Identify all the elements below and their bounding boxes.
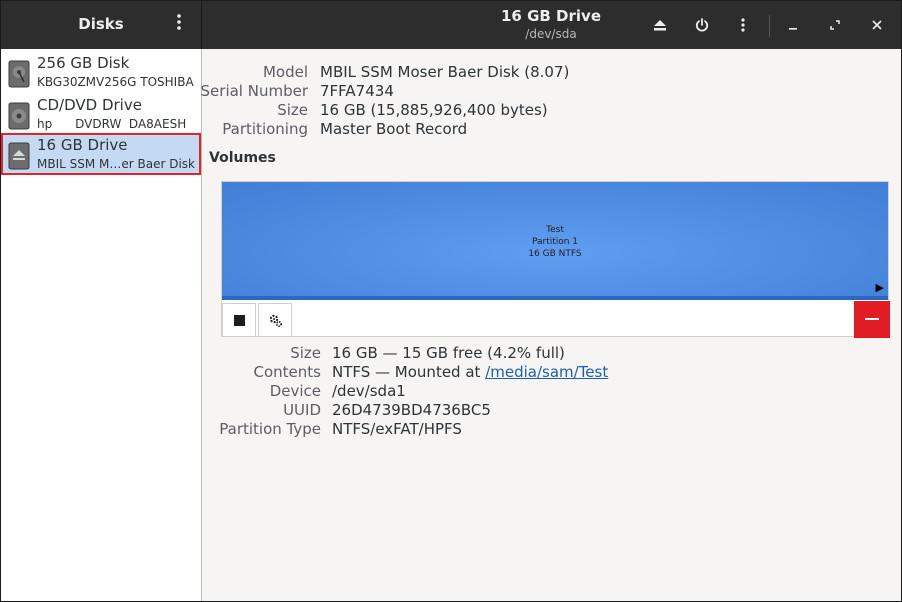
- contents-text: NTFS — Mounted at: [332, 363, 486, 381]
- partition-number: Partition 1: [531, 237, 579, 247]
- partition-info: Size 16 GB — 15 GB free (4.2% full) Cont…: [202, 344, 901, 444]
- disk-name: CD/DVD Drive: [37, 96, 142, 114]
- optical-drive-icon: [8, 102, 30, 130]
- maximize-icon: [830, 20, 840, 30]
- drive-info: Model MBIL SSM Moser Baer Disk (8.07) Se…: [200, 63, 901, 143]
- uuid-label: UUID: [283, 401, 321, 419]
- disk-list: 256 GB Disk KBG30ZMV256G TOSHIBA CD/DVD …: [1, 49, 202, 601]
- partition-size-value: 16 GB — 15 GB free (4.2% full): [332, 344, 565, 362]
- partition-type-value: NTFS/exFAT/HPFS: [332, 420, 462, 438]
- partitioning-value: Master Boot Record: [320, 120, 468, 138]
- model-label: Model: [262, 63, 308, 81]
- hard-disk-icon: [8, 60, 30, 88]
- power-off-button[interactable]: [690, 13, 714, 37]
- drive-title-block: 16 GB Drive /dev/sda: [421, 7, 681, 41]
- sidebar-header: Disks: [1, 1, 202, 49]
- minimize-button[interactable]: [781, 13, 805, 37]
- mount-point-link[interactable]: /media/sam/Test: [485, 363, 608, 381]
- disk-model: hp DVDRW DA8AESH: [37, 117, 187, 131]
- partition-size-type: 16 GB NTFS: [528, 249, 582, 259]
- disks-window: Disks 16 GB Drive /dev/sda 256 GB Disk K…: [0, 0, 902, 602]
- disk-name: 256 GB Disk: [37, 54, 130, 72]
- usb-drive-icon: [8, 142, 30, 170]
- partition-volume-name: Test: [546, 225, 564, 235]
- minimize-icon: [789, 28, 797, 30]
- stop-icon: [233, 314, 245, 326]
- eject-button[interactable]: [648, 13, 672, 37]
- minus-icon: [865, 318, 879, 320]
- vertical-dots-icon: [177, 14, 181, 30]
- contents-value: NTFS — Mounted at /media/sam/Test: [332, 363, 608, 382]
- contents-label: Contents: [253, 363, 321, 381]
- drive-title: 16 GB Drive: [500, 7, 601, 25]
- eject-icon: [654, 19, 666, 30]
- disk-name: 16 GB Drive: [37, 136, 128, 154]
- disk-item-cd-dvd[interactable]: CD/DVD Drive hp DVDRW DA8AESH: [1, 93, 201, 135]
- drive-menu-button[interactable]: [731, 13, 755, 37]
- size-value: 16 GB (15,885,926,400 bytes): [320, 101, 548, 119]
- device-label: Device: [269, 382, 321, 400]
- partition-label: Test Partition 1 16 GB NTFS: [222, 224, 888, 260]
- drive-details: Model MBIL SSM Moser Baer Disk (8.07) Se…: [200, 49, 901, 601]
- disk-model: MBIL SSM M…er Baer Disk: [37, 157, 196, 171]
- volume-map: Test Partition 1 16 GB NTFS ▶: [221, 181, 890, 338]
- partitioning-label: Partitioning: [222, 120, 308, 138]
- close-button[interactable]: [865, 13, 889, 37]
- device-value: /dev/sda1: [332, 382, 406, 400]
- serial-value: 7FFA7434: [320, 82, 394, 100]
- partition-block[interactable]: Test Partition 1 16 GB NTFS ▶: [222, 182, 888, 300]
- play-icon: ▶: [875, 281, 884, 294]
- header-bar: Disks 16 GB Drive /dev/sda: [1, 1, 901, 49]
- partition-usage-stripe: [222, 296, 888, 300]
- partition-size-label: Size: [290, 344, 321, 362]
- volumes-heading: Volumes: [209, 150, 276, 166]
- disk-item-256gb[interactable]: 256 GB Disk KBG30ZMV256G TOSHIBA: [1, 51, 201, 93]
- close-icon: [872, 20, 882, 30]
- unmount-button[interactable]: [222, 303, 256, 337]
- maximize-button[interactable]: [823, 13, 847, 37]
- drive-subtitle: /dev/sda: [525, 27, 577, 41]
- serial-label: Serial Number: [200, 82, 308, 100]
- disk-model: KBG30ZMV256G TOSHIBA: [37, 75, 194, 89]
- partition-type-label: Partition Type: [219, 420, 321, 438]
- vertical-dots-icon: [741, 18, 745, 32]
- partition-options-button[interactable]: [258, 303, 292, 337]
- model-value: MBIL SSM Moser Baer Disk (8.07): [320, 63, 570, 81]
- power-icon: [695, 18, 709, 32]
- size-label: Size: [277, 101, 308, 119]
- disk-item-16gb[interactable]: 16 GB Drive MBIL SSM M…er Baer Disk: [1, 133, 201, 175]
- delete-partition-button[interactable]: [854, 301, 890, 338]
- gears-icon: [269, 314, 282, 327]
- uuid-value: 26D4739BD4736BC5: [332, 401, 491, 419]
- app-menu-button[interactable]: [167, 13, 191, 37]
- header-separator: [769, 15, 770, 37]
